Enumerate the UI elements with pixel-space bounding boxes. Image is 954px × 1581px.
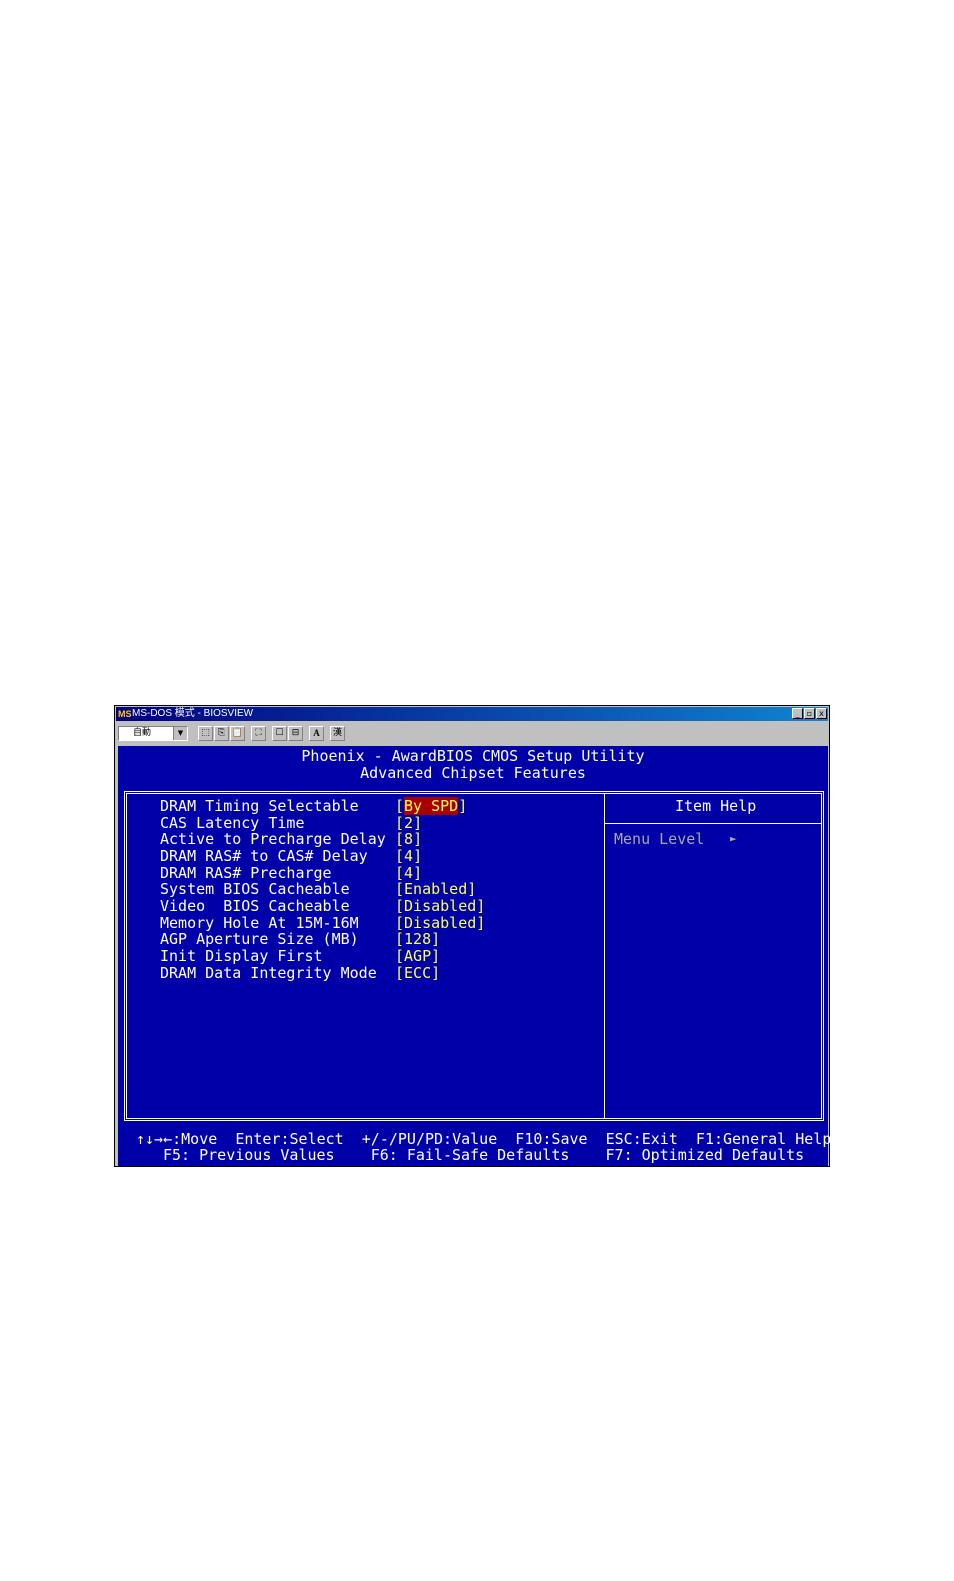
- bios-title: Phoenix - AwardBIOS CMOS Setup Utility: [301, 747, 645, 765]
- setting-label[interactable]: System BIOS Cacheable: [160, 881, 350, 898]
- close-button[interactable]: x: [816, 708, 827, 719]
- setting-value[interactable]: [Enabled]: [395, 881, 476, 898]
- setting-label[interactable]: DRAM RAS# to CAS# Delay: [160, 848, 368, 865]
- setting-value[interactable]: [4]: [395, 848, 422, 865]
- maximize-button[interactable]: ▫: [804, 708, 815, 719]
- font-icon[interactable]: A: [309, 726, 324, 741]
- dos-toolbar: 自動 ▼ ⬚ ⎘ 📋 ⛶ ☐ ⊟ A 漢: [116, 723, 828, 745]
- ms-dos-app-icon[interactable]: MS: [118, 708, 132, 720]
- setting-value-text: Disabled: [404, 897, 477, 915]
- window-controls: _ ▫ x: [792, 708, 827, 719]
- properties-icon[interactable]: ☐: [272, 726, 287, 741]
- frame-divider-vertical: [604, 794, 605, 1118]
- setting-value-text: ECC: [404, 964, 432, 982]
- minimize-button[interactable]: _: [792, 708, 803, 719]
- item-help-title: Item Help: [675, 797, 757, 815]
- paste-icon[interactable]: 📋: [230, 726, 245, 741]
- setting-label[interactable]: Init Display First: [160, 948, 323, 965]
- setting-label[interactable]: Video BIOS Cacheable: [160, 898, 350, 915]
- help-divider: [604, 823, 821, 824]
- chinese-input-icon[interactable]: 漢: [330, 726, 345, 741]
- setting-value[interactable]: [8]: [395, 831, 422, 848]
- mark-icon[interactable]: ⬚: [198, 726, 213, 741]
- setting-value-text: 8: [404, 830, 414, 848]
- footer-key-help-line2: F5: Previous Values F6: Fail-Safe Defaul…: [163, 1146, 805, 1164]
- copy-icon[interactable]: ⎘: [214, 726, 229, 741]
- ms-dos-window: MS MS-DOS 模式 - BIOSVIEW _ ▫ x 自動 ▼ ⬚ ⎘ 📋…: [114, 705, 831, 1167]
- selected-value[interactable]: By SPD: [404, 797, 459, 815]
- chevron-down-icon[interactable]: ▼: [173, 727, 187, 740]
- setting-label[interactable]: DRAM Data Integrity Mode: [160, 965, 377, 982]
- setting-value-text: Enabled: [404, 880, 468, 898]
- setting-label[interactable]: AGP Aperture Size (MB): [160, 931, 359, 948]
- setting-value[interactable]: [Disabled]: [395, 898, 485, 915]
- setting-value[interactable]: [ECC]: [395, 965, 440, 982]
- background-icon[interactable]: ⊟: [288, 726, 303, 741]
- setting-value-text: AGP: [404, 947, 432, 965]
- setting-label[interactable]: DRAM Timing Selectable: [160, 798, 359, 815]
- setting-value[interactable]: [128]: [395, 931, 440, 948]
- setting-label[interactable]: Active to Precharge Delay: [160, 831, 386, 848]
- full-screen-icon[interactable]: ⛶: [251, 726, 266, 741]
- font-size-select[interactable]: 自動 ▼: [118, 726, 188, 741]
- setting-value-text: 4: [404, 847, 414, 865]
- window-titlebar[interactable]: MS MS-DOS 模式 - BIOSVIEW _ ▫ x: [116, 707, 828, 721]
- bios-screen: Phoenix - AwardBIOS CMOS Setup Utility A…: [118, 746, 831, 1166]
- setting-value-text: 128: [404, 930, 432, 948]
- menu-level-text: Menu Level: [614, 830, 705, 848]
- window-title: MS-DOS 模式 - BIOSVIEW: [132, 708, 254, 719]
- setting-value[interactable]: [AGP]: [395, 948, 440, 965]
- font-size-select-value: 自動: [133, 728, 152, 738]
- setting-value[interactable]: [By SPD]: [395, 797, 467, 815]
- bios-subtitle: Advanced Chipset Features: [360, 764, 586, 782]
- triangle-right-icon: ►: [730, 832, 737, 845]
